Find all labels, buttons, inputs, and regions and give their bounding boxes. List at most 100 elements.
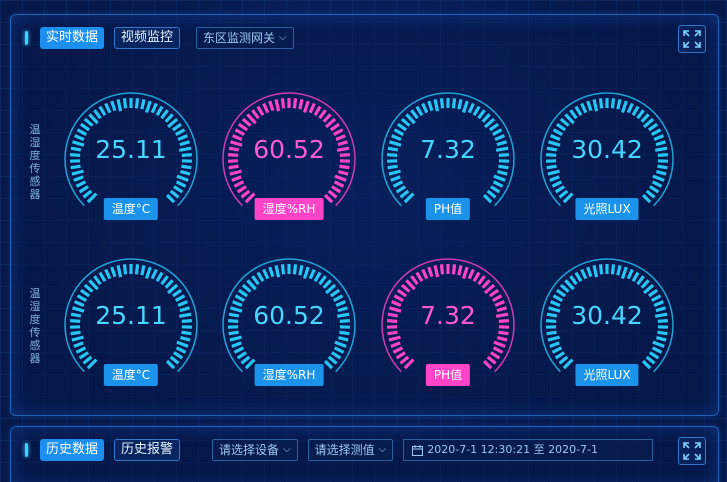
gauge-tick [110,266,117,278]
gauge-tick [331,351,342,360]
gauge-tick [569,109,578,120]
chevron-down-icon: ⌵ [283,444,291,455]
gauge-tick [180,170,191,176]
gauge-tick [497,336,508,342]
expand-button[interactable] [678,437,706,465]
gauge-tick [333,346,345,354]
gauge-tick [415,105,424,116]
gauge-1-1: 25.11 温度°C [61,89,201,229]
gauge-tick [580,268,588,280]
gauge-tick [169,355,180,365]
gauge-tick [467,102,475,114]
gauge-tick [486,355,497,365]
date-range-value: 2020-7-1 12:30:21 至 2020-7-1 [427,443,599,456]
gauge-tick [477,275,486,286]
calendar-icon [412,444,424,456]
gauge-tick [268,100,275,112]
gauge-tick [421,268,429,280]
gauge-tick [558,189,569,199]
gauge-tick [155,105,164,116]
gauge-tick [549,175,560,182]
gauge-tick [327,355,338,365]
gauge-tick [176,340,189,348]
gauge-tick [498,330,509,336]
gauge-tick [171,122,183,132]
gauge-tick [490,185,501,194]
metric-select[interactable]: 请选择测值 ⌵ [307,439,394,461]
gauge-tick [324,283,337,295]
gauge-tick [559,117,570,127]
gauge-tick [552,294,564,302]
gauge-tick [400,283,411,293]
gauge-label: 温度°C [103,198,159,220]
gauge-tick [237,122,249,132]
gauge-tick [396,122,408,132]
gauge-tick [122,264,128,275]
tab-history-alarm[interactable]: 历史报警 [114,439,181,461]
gauge-tick [231,341,242,348]
gauge-tick [324,117,337,129]
gauge-tick [155,271,164,282]
gauge-tick [652,340,665,348]
gauge-tick [86,358,98,370]
gauge-tick [641,359,652,370]
gauge-tick [481,279,491,289]
gauge-tick [558,355,569,365]
gauge-tick [482,193,493,204]
history-panel: 历史数据 历史报警 请选择设备 ⌵ 请选择测值 ⌵ 2020-7-1 12:30… [10,426,719,482]
gauge-tick [393,128,405,136]
gauge-tick [403,358,415,370]
gauge-tick [569,275,578,286]
gauge-tick [292,98,298,109]
gauge-tick [322,279,332,289]
gauge-tick [308,102,316,114]
gauge-value: 25.11 [95,135,167,164]
gauge-tick [164,113,174,123]
device-select[interactable]: 请选择设备 ⌵ [212,439,298,461]
gauge-tick [482,359,493,370]
date-range-picker[interactable]: 2020-7-1 12:30:21 至 2020-7-1 [403,439,654,461]
gauge-tick [457,99,463,110]
gauge-tick [332,128,344,136]
gauge-tick [549,341,560,348]
gauge-tick [636,275,645,286]
gauge-tick [396,288,408,298]
gauge-tick [88,113,99,125]
realtime-toolbar: 实时数据 视频监控 东区监测网关 ⌵ [25,27,294,49]
gauge-tick [240,189,251,199]
gauge-tick [650,128,662,136]
gauge-tick [134,98,140,109]
gauge-tick [390,175,401,182]
gauge-tick [497,170,508,176]
gauge-value: 7.32 [420,301,476,330]
gauge-tick [73,341,84,348]
gauge-tick [598,264,604,275]
gauge-tick [626,268,634,280]
gauge-tick [229,335,242,342]
expand-button[interactable] [678,25,706,53]
gauge-tick [70,330,81,336]
device-select-value: 请选择设备 [219,443,280,457]
gauge-tick [334,174,347,182]
gauge-value: 7.32 [420,135,476,164]
gauge-tick [392,180,404,188]
tab-history-data[interactable]: 历史数据 [40,439,105,461]
realtime-panel: 实时数据 视频监控 东区监测网关 ⌵ 温湿度传感器 温湿度传感器 25.11 温度… [10,14,719,416]
tab-video-monitor[interactable]: 视频监控 [114,27,181,49]
gauge-tick [393,294,405,302]
gauge-tick [488,288,500,298]
gauge-tick [492,346,504,354]
gateway-select[interactable]: 东区监测网关 ⌵ [196,27,294,49]
gauge-tick [233,180,245,188]
metric-select-value: 请选择测值 [314,443,375,457]
gauge-tick [574,105,583,116]
gauge-tick [554,185,565,194]
tab-realtime-data[interactable]: 实时数据 [40,27,105,49]
gauge-tick [116,265,123,278]
gauge-tick [241,117,252,127]
gauge-tick [176,174,189,182]
gauge-label: 光照LUX [575,198,639,220]
gateway-select-value: 东区监测网关 [203,31,276,45]
expand-icon [683,442,701,460]
gauge-tick [334,340,347,348]
